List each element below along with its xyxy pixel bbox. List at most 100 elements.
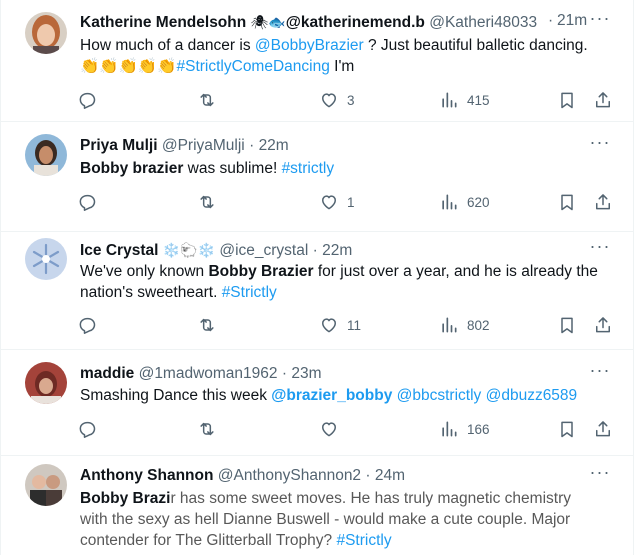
retweet-button[interactable] — [197, 190, 217, 214]
user-handle[interactable]: @ice_crystal — [219, 242, 308, 259]
like-button[interactable] — [319, 417, 339, 441]
timestamp[interactable]: 21m — [557, 12, 587, 30]
dot-separator: · — [281, 365, 288, 382]
display-name[interactable]: maddie — [80, 365, 134, 382]
timestamp[interactable]: 22m — [322, 242, 352, 259]
share-icon — [596, 317, 610, 333]
reply-button[interactable] — [77, 88, 97, 112]
bookmark-button[interactable] — [557, 417, 577, 441]
bookmark-icon — [561, 92, 573, 109]
timestamp[interactable]: 23m — [291, 365, 321, 382]
display-name[interactable]: Priya Mulji — [80, 137, 158, 154]
like-button[interactable]: 11 — [319, 313, 361, 337]
mention-link[interactable]: @dbuzz6589 — [486, 387, 578, 404]
retweet-button[interactable] — [197, 313, 217, 337]
bookmark-button[interactable] — [557, 313, 577, 337]
views-count: 415 — [467, 92, 490, 108]
hashtag-link[interactable]: #Strictly — [336, 532, 391, 549]
user-handle[interactable]: @1madwoman1962 — [139, 365, 278, 382]
avatar[interactable] — [25, 12, 67, 54]
retweet-icon — [200, 318, 214, 332]
tweet[interactable]: Priya Mulji @PriyaMulji · 22m ··· Bobby … — [1, 122, 633, 232]
more-icon[interactable]: ··· — [589, 133, 611, 156]
user-handle[interactable]: @AnthonyShannon2 — [218, 467, 361, 484]
tweet-actions: 1 620 — [77, 190, 613, 214]
avatar[interactable] — [25, 464, 67, 506]
views-button[interactable]: 166 — [439, 417, 490, 441]
tweet-header: Ice Crystal ❄️🐑❄️ @ice_crystal · 22m — [80, 240, 573, 261]
reply-icon — [79, 317, 96, 334]
user-handle[interactable]: @Katheri48033 — [429, 14, 537, 31]
bookmark-icon — [561, 317, 573, 334]
like-button[interactable]: 3 — [319, 88, 355, 112]
display-name[interactable]: Ice Crystal — [80, 242, 158, 259]
hashtag-link[interactable]: #strictly — [282, 160, 335, 177]
tweet-text-part: We've only known — [80, 263, 209, 280]
more-icon[interactable]: ··· — [589, 9, 611, 32]
tweet-text-part: How much of a dancer is — [80, 37, 255, 54]
share-button[interactable] — [593, 88, 613, 112]
tweet-header: Katherine Mendelsohn 🕷🐟@katherinemend.b … — [80, 12, 573, 33]
like-count: 11 — [347, 317, 362, 333]
display-name[interactable]: Katherine Mendelsohn — [80, 14, 246, 31]
heart-icon — [322, 195, 336, 210]
tweet-text: How much of a dancer is @BobbyBrazier ? … — [80, 35, 603, 77]
tweet[interactable]: Ice Crystal ❄️🐑❄️ @ice_crystal · 22m ···… — [1, 232, 633, 350]
share-icon — [596, 194, 610, 210]
views-count: 166 — [467, 421, 490, 437]
tweet-header: maddie @1madwoman1962 · 23m — [80, 364, 573, 384]
hashtag-link[interactable]: #Strictly — [222, 284, 277, 301]
tweet-text-part: for just over a year, and he is already … — [313, 263, 598, 280]
views-button[interactable]: 802 — [439, 313, 490, 337]
tweet-text-part: Smashing Dance this week — [80, 387, 272, 404]
retweet-button[interactable] — [197, 417, 217, 441]
timeline-feed: Katherine Mendelsohn 🕷🐟@katherinemend.b … — [0, 0, 634, 555]
tweet[interactable]: maddie @1madwoman1962 · 23m ··· Smashing… — [1, 350, 633, 456]
like-count: 1 — [347, 194, 355, 210]
mention-link[interactable]: @bbcstrictly — [397, 387, 482, 404]
timestamp[interactable]: 24m — [375, 467, 405, 484]
tweet[interactable]: Anthony Shannon @AnthonyShannon2 · 24m ·… — [1, 456, 633, 555]
share-button[interactable] — [593, 313, 613, 337]
reply-button[interactable] — [77, 417, 97, 441]
bookmark-button[interactable] — [557, 88, 577, 112]
timestamp[interactable]: 22m — [259, 137, 289, 154]
tweet-actions: 11 802 — [77, 313, 613, 337]
bookmark-button[interactable] — [557, 190, 577, 214]
mention-link[interactable]: @brazier_bobby — [271, 387, 392, 404]
tweet-text: Smashing Dance this week @brazier_bobby … — [80, 385, 603, 406]
bookmark-icon — [561, 421, 573, 438]
like-button[interactable]: 1 — [319, 190, 355, 214]
highlight-text: Bobby Brazier — [208, 263, 314, 280]
tweet[interactable]: Katherine Mendelsohn 🕷🐟@katherinemend.b … — [1, 0, 633, 122]
avatar[interactable] — [25, 238, 67, 280]
heart-icon — [322, 422, 336, 437]
more-icon[interactable]: ··· — [589, 361, 611, 384]
tweet-header: Priya Mulji @PriyaMulji · 22m — [80, 136, 573, 156]
more-icon[interactable]: ··· — [589, 463, 611, 486]
share-button[interactable] — [593, 190, 613, 214]
display-name[interactable]: Anthony Shannon — [80, 467, 213, 484]
retweet-button[interactable] — [197, 88, 217, 112]
avatar[interactable] — [25, 362, 67, 404]
views-button[interactable]: 415 — [439, 88, 490, 112]
tweet-text-part: ? Just beautiful balletic dancing. — [363, 37, 588, 54]
share-icon — [596, 92, 610, 108]
views-count: 620 — [467, 194, 490, 210]
tweet-text: Bobby brazier was sublime! #strictly — [80, 158, 603, 179]
views-button[interactable]: 620 — [439, 190, 490, 214]
avatar[interactable] — [25, 134, 67, 176]
hashtag-link[interactable]: #StrictlyComeDancing — [177, 58, 330, 75]
reply-button[interactable] — [77, 190, 97, 214]
more-icon[interactable]: ··· — [589, 237, 611, 260]
bookmark-icon — [561, 194, 573, 211]
heart-icon — [322, 93, 336, 108]
highlight-text: Bobby Brazi — [80, 490, 171, 507]
reply-button[interactable] — [77, 313, 97, 337]
tweet-actions: 3 415 — [77, 88, 613, 112]
mention-link[interactable]: @BobbyBrazier — [255, 37, 364, 54]
share-button[interactable] — [593, 417, 613, 441]
tweet-text-part: I'm — [329, 58, 355, 75]
views-icon — [442, 92, 457, 108]
user-handle[interactable]: @PriyaMulji — [162, 137, 245, 154]
